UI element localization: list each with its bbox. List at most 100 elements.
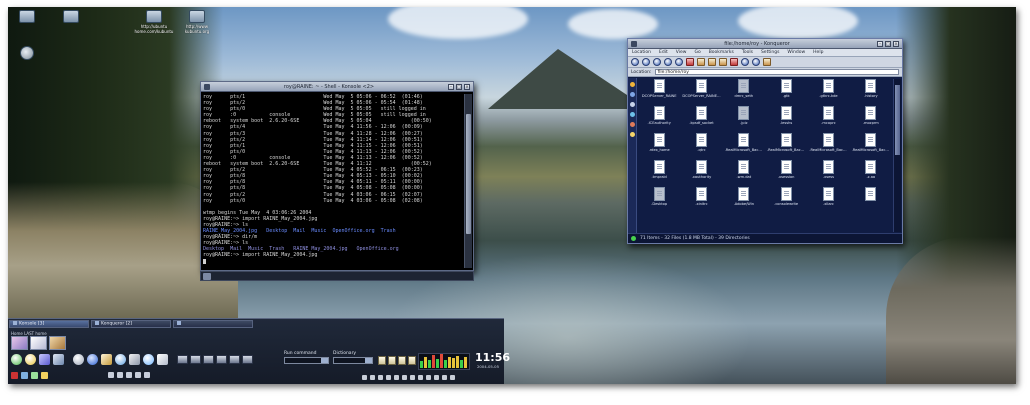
notes-icon[interactable] <box>378 356 386 365</box>
file-item[interactable]: .rdex_home <box>640 133 678 159</box>
desktop-icon-trash[interactable] <box>48 10 94 24</box>
file-item[interactable]: .RealMicrosoft_BackUpSIM_NR <box>725 133 763 159</box>
window-menu-icon[interactable] <box>631 40 637 47</box>
dropdown-icon[interactable] <box>321 358 328 363</box>
file-item[interactable]: dmrc_seth <box>725 79 763 105</box>
desktop-icon[interactable] <box>31 372 38 379</box>
konsole-titlebar[interactable]: roy@RAINE: ~ - Shell - Konsole <2> – □ × <box>201 82 473 92</box>
new-session-button[interactable] <box>203 273 211 280</box>
close-button[interactable]: × <box>464 83 470 90</box>
minimize-button[interactable]: – <box>448 83 454 90</box>
file-item[interactable]: .xllarc <box>809 187 847 213</box>
shutdown-icon[interactable] <box>11 372 18 379</box>
desktop-icon-home[interactable] <box>4 10 50 24</box>
scrollbar-thumb[interactable] <box>466 114 471 234</box>
file-item[interactable]: .xsession <box>767 160 805 186</box>
taskbar-button[interactable]: Konsole [3] <box>9 320 89 328</box>
dictionary-input[interactable] <box>333 357 373 364</box>
file-item[interactable]: .xauthority <box>682 160 720 186</box>
menu-item[interactable]: Bookmarks <box>709 50 734 55</box>
kmenu-icon[interactable] <box>11 354 22 365</box>
menu-item[interactable]: Help <box>813 50 823 55</box>
print-icon[interactable] <box>730 58 738 66</box>
network-icon[interactable] <box>630 112 635 117</box>
file-item[interactable]: .RealMicrosoft_BackPlayer_NR <box>809 133 848 159</box>
root-folder-icon[interactable] <box>630 122 635 127</box>
file-item[interactable]: .xsess <box>809 160 847 186</box>
menu-item[interactable]: Edit <box>659 50 668 55</box>
menu-item[interactable]: Location <box>632 50 651 55</box>
file-item[interactable]: .consolewrite <box>767 187 805 213</box>
menu-item[interactable]: Window <box>787 50 805 55</box>
zoom-in-icon[interactable] <box>741 58 749 66</box>
file-item[interactable]: DCOPServer_RAINE <box>640 79 678 105</box>
search-icon[interactable] <box>129 354 140 365</box>
terminal-scrollbar[interactable] <box>464 94 472 268</box>
menu-item[interactable]: Settings <box>761 50 779 55</box>
run-command-input[interactable] <box>284 357 329 364</box>
cut-icon[interactable] <box>697 58 705 66</box>
window-icon[interactable] <box>229 355 240 364</box>
browser-icon[interactable] <box>143 354 154 365</box>
clipboard-icon[interactable] <box>388 356 396 365</box>
virtual-desktop-1[interactable] <box>11 336 28 350</box>
file-item[interactable]: .z.aa <box>852 160 890 186</box>
desktop-icon-link-2[interactable]: http://www kubuntu.org <box>174 10 220 34</box>
up-icon[interactable] <box>653 58 661 66</box>
desktop-button[interactable] <box>394 375 399 380</box>
home-icon[interactable] <box>664 58 672 66</box>
file-item[interactable]: .RealMicrosoft_BackPlayer_NR_nr <box>852 133 890 159</box>
home-folder-icon[interactable] <box>630 102 635 107</box>
file-view[interactable]: DCOPServer_RAINE DCOPServer_RAINE_0 dmrc_s… <box>640 79 890 231</box>
desktop-button[interactable] <box>378 375 383 380</box>
tray-icon[interactable] <box>126 372 132 378</box>
minimize-button[interactable]: – <box>877 40 883 47</box>
desktop-button[interactable] <box>370 375 375 380</box>
mixer-icon[interactable] <box>408 356 416 365</box>
scrollbar-thumb[interactable] <box>895 85 900 155</box>
lock-icon[interactable] <box>21 372 28 379</box>
refresh-icon[interactable] <box>73 354 84 365</box>
maximize-button[interactable]: □ <box>456 83 462 90</box>
mail-icon[interactable] <box>115 354 126 365</box>
file-item[interactable]: .Desktop <box>640 187 678 213</box>
back-icon[interactable] <box>631 58 639 66</box>
desktop-button[interactable] <box>402 375 407 380</box>
file-item[interactable]: .history <box>852 79 890 105</box>
system-monitor[interactable] <box>418 353 470 370</box>
window-icon[interactable] <box>216 355 227 364</box>
window-menu-icon[interactable] <box>204 83 210 90</box>
maximize-button[interactable]: □ <box>885 40 891 47</box>
file-item[interactable]: .gtk <box>767 79 805 105</box>
history-icon[interactable] <box>630 92 635 97</box>
terminal-icon[interactable] <box>53 354 64 365</box>
paste-icon[interactable] <box>719 58 727 66</box>
file-item[interactable]: .mozprm <box>852 106 890 132</box>
desktop-button[interactable] <box>362 375 367 380</box>
reload-icon[interactable] <box>675 58 683 66</box>
file-item[interactable]: .wm.dat <box>725 160 763 186</box>
services-icon[interactable] <box>630 132 635 137</box>
virtual-desktop-3[interactable] <box>49 336 66 350</box>
file-item[interactable]: .qtrc <box>682 133 720 159</box>
file-item[interactable]: .kpsdf_socket <box>682 106 720 132</box>
konqueror-titlebar[interactable]: file:/home/roy - Konqueror – □ × <box>628 39 902 49</box>
network-icon[interactable] <box>87 354 98 365</box>
file-item[interactable]: .tmpraid <box>640 160 678 186</box>
desktop-icon-drive[interactable] <box>4 46 50 61</box>
menu-item[interactable]: Tools <box>742 50 753 55</box>
file-item[interactable]: .mcoprc <box>809 106 847 132</box>
desktop-button[interactable] <box>450 375 455 380</box>
window-icon[interactable] <box>242 355 253 364</box>
tray-icon[interactable] <box>117 372 123 378</box>
window-icon[interactable] <box>177 355 188 364</box>
virtual-desktop-2[interactable] <box>30 336 47 350</box>
file-item[interactable]: .lesshs <box>767 106 805 132</box>
view-mode-icon[interactable] <box>763 58 771 66</box>
menu-item[interactable]: Go <box>694 50 700 55</box>
kde-logo-icon[interactable] <box>25 354 36 365</box>
star-icon[interactable] <box>41 372 48 379</box>
clock-applet[interactable]: 11:56 2004-05-05 <box>475 352 510 370</box>
copy-icon[interactable] <box>708 58 716 66</box>
tray-icon[interactable] <box>108 372 114 378</box>
